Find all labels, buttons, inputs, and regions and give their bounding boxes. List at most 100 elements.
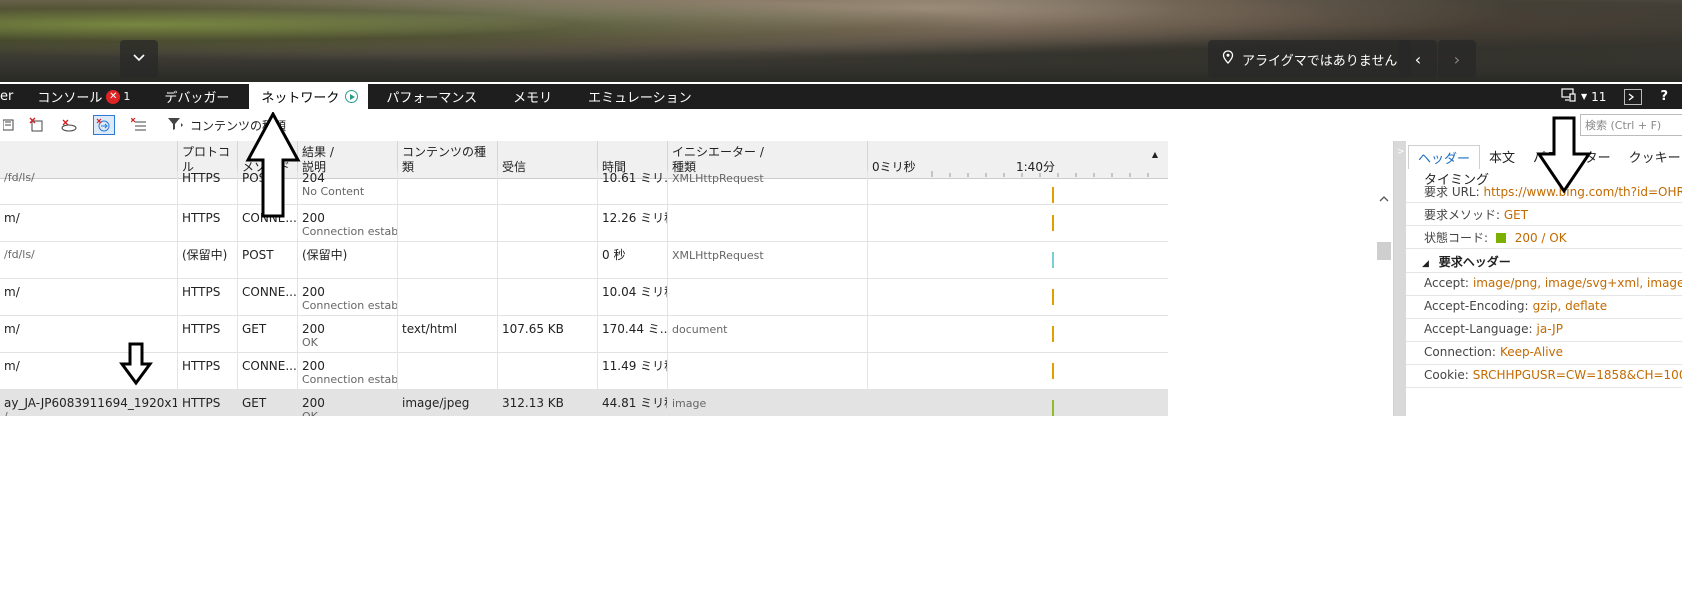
request-header-row: Connection: Keep-Alive — [1406, 340, 1682, 365]
cell-timeline — [868, 171, 1168, 205]
tab-performance[interactable]: パフォーマンス — [368, 84, 495, 109]
cell-name: /fd/ls/ — [0, 171, 178, 205]
cell-timeline — [868, 205, 1168, 242]
table-row[interactable]: m/HTTPSCONNE...200Connection estab...11.… — [0, 353, 1168, 390]
cell-content-type — [398, 171, 498, 205]
cell-initiator: XMLHttpRequest — [668, 171, 868, 205]
tab-explorer[interactable]: er — [0, 84, 25, 109]
always-refresh-icon[interactable] — [93, 115, 115, 135]
cell-received — [498, 171, 598, 205]
previous-image-button[interactable]: ‹ — [1399, 40, 1437, 78]
cell-timeline — [868, 279, 1168, 316]
chevron-right-icon: › — [1453, 49, 1461, 69]
request-headers-section[interactable]: ◢ 要求ヘッダー — [1406, 248, 1682, 273]
table-row[interactable]: m/HTTPS GET 200 OK text/html 107.65 KB 170.44 … — [0, 316, 1168, 353]
protocol-text: HTTPS — [182, 171, 221, 185]
clear-cache-icon[interactable] — [60, 117, 78, 133]
result-subtext: Connection estab... — [302, 225, 398, 238]
table-row[interactable]: ay_JA-JP6083911694_1920x108.../ HTTPS GET 2… — [0, 390, 1168, 416]
tab-memory[interactable]: メモリ — [495, 84, 570, 109]
tab-label: パフォーマンス — [386, 91, 478, 106]
timeline-bar — [1052, 400, 1054, 416]
tab-console[interactable]: コンソール ✕ 1 — [25, 84, 144, 109]
result-text: 200 — [302, 211, 325, 225]
cell-time: 10.04 ミリ秒 — [598, 279, 668, 316]
result-text: 200 — [302, 396, 325, 410]
target-selector[interactable]: ▼ 11 — [1561, 88, 1606, 105]
cell-content-type — [398, 242, 498, 279]
pane-splitter[interactable]: > — [1394, 141, 1406, 416]
caret-down-icon: ▼ — [1581, 92, 1588, 101]
collapse-triangle-icon: ◢ — [1422, 259, 1429, 269]
tab-body[interactable]: 本文 — [1480, 145, 1524, 169]
location-pill[interactable]: アライグマではありません — [1208, 40, 1412, 78]
request-method-key: 要求メソッド: — [1424, 208, 1501, 222]
cell-protocol: HTTPS — [178, 390, 238, 416]
clear-session-icon[interactable] — [28, 117, 46, 133]
annotation-arrow-down — [1536, 116, 1592, 194]
cell-time: 10.61 ミリ... — [598, 171, 668, 205]
header-value: gzip, deflate — [1532, 299, 1608, 313]
protocol-text: (保留中) — [182, 248, 228, 262]
scroll-up-icon[interactable] — [1377, 192, 1391, 206]
cell-initiator: XMLHttpRequest — [668, 242, 868, 279]
cell-result: 200Connection estab... — [298, 279, 398, 316]
cell-protocol: (保留中) — [178, 242, 238, 279]
cell-initiator: image — [668, 390, 868, 416]
status-code-row: 状態コード: 200 / OK — [1406, 224, 1682, 249]
tab-cookies[interactable]: クッキー — [1620, 145, 1682, 169]
protocol-text: HTTPS — [182, 322, 221, 336]
name-text: ay_JA-JP6083911694_1920x108... — [4, 396, 177, 410]
result-subtext: No Content — [302, 185, 365, 198]
tab-emulation[interactable]: エミュレーション — [570, 84, 709, 109]
table-row[interactable]: /fd/ls/ (保留中) POST (保留中) 0 秒 XMLHttpRequest — [0, 242, 1168, 279]
cell-received — [498, 353, 598, 390]
protocol-text: HTTPS — [182, 396, 221, 410]
clear-entries-icon[interactable] — [130, 117, 148, 133]
cell-initiator: document — [668, 316, 868, 353]
name-text: m/ — [4, 322, 20, 336]
tabbar-controls: ▼ 11 ? — [1561, 84, 1682, 109]
initiator-text: document — [672, 323, 728, 336]
cell-initiator — [668, 353, 868, 390]
cell-time: 12.26 ミリ秒 — [598, 205, 668, 242]
name-subtext: /fd/ls/ — [4, 248, 35, 261]
next-image-button[interactable]: › — [1438, 40, 1476, 78]
help-icon[interactable]: ? — [1660, 89, 1668, 104]
play-icon — [345, 90, 359, 103]
request-grid: プロトコル メソッド 結果 / 説明 コンテンツの種類 受信 時間 イニシエータ… — [0, 141, 1172, 416]
tab-headers[interactable]: ヘッダー — [1408, 145, 1481, 169]
search-input[interactable]: 検索 (Ctrl + F) — [1580, 114, 1682, 136]
request-url-key: 要求 URL: — [1424, 185, 1480, 199]
cell-time: 11.49 ミリ秒 — [598, 353, 668, 390]
tab-label: er — [0, 89, 14, 104]
cell-name: m/ — [0, 205, 178, 242]
cell-result: 200OK — [298, 316, 398, 353]
annotation-arrow-down-small — [119, 342, 153, 386]
expand-button[interactable] — [120, 40, 158, 78]
tab-debugger[interactable]: デバッガー — [144, 84, 249, 109]
cell-timeline — [868, 316, 1168, 353]
table-row[interactable]: m/HTTPSCONNE...200Connection estab...10.… — [0, 279, 1168, 316]
cell-method: GET — [238, 390, 298, 416]
cell-content-type — [398, 205, 498, 242]
scroll-thumb[interactable] — [1377, 242, 1391, 260]
console-toggle-icon[interactable] — [1624, 88, 1643, 105]
timeline-bar — [1052, 187, 1054, 203]
grid-scrollbar[interactable] — [1377, 192, 1391, 416]
header-value: ja-JP — [1536, 322, 1563, 336]
result-text: 200 — [302, 322, 325, 336]
result-text: 204 — [302, 171, 325, 185]
table-row[interactable]: m/HTTPSCONNE...200Connection estab...12.… — [0, 205, 1168, 242]
result-subtext: OK — [302, 336, 318, 349]
table-row[interactable]: /fd/ls/HTTPSPOST204No Content10.61 ミリ...… — [0, 171, 1168, 205]
chevron-down-icon — [132, 52, 146, 66]
tab-network[interactable]: ネットワーク — [249, 84, 369, 109]
background-photo: アライグマではありません ‹ › — [0, 0, 1682, 82]
result-subtext: Connection estab... — [302, 299, 398, 312]
cell-result: 200Connection estab... — [298, 353, 398, 390]
header-initiator-label: イニシエーター / — [672, 145, 764, 159]
cell-method: CONNE... — [238, 279, 298, 316]
save-har-icon[interactable] — [0, 117, 18, 133]
sort-ascending-icon: ▲ — [1151, 150, 1158, 159]
